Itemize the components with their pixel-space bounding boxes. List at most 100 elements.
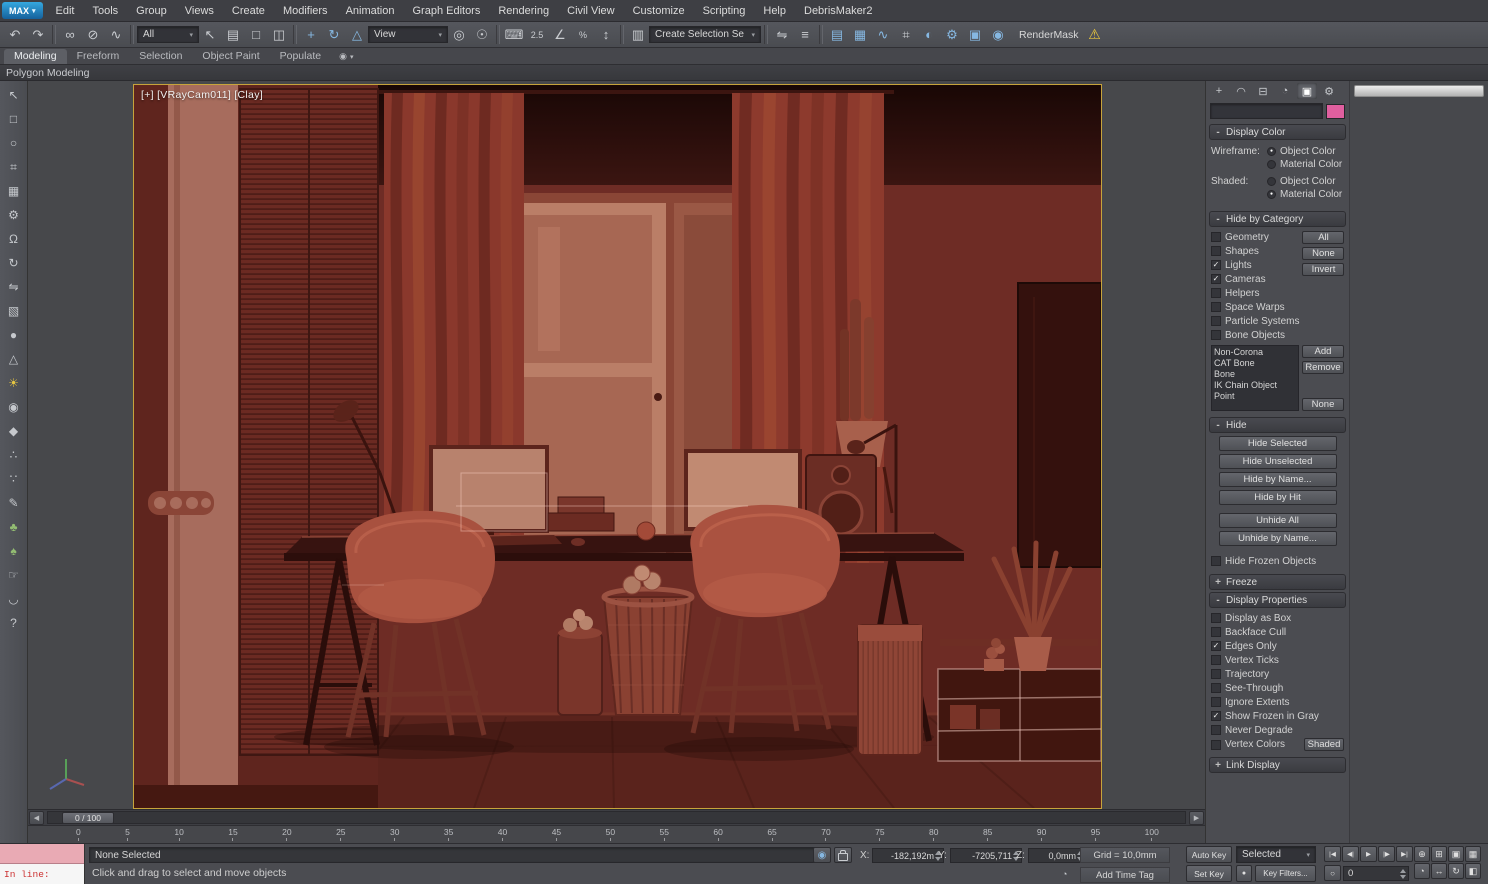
menu-item[interactable]: Modifiers bbox=[274, 0, 337, 21]
grass-icon[interactable]: ♠ bbox=[2, 540, 26, 562]
undo-icon[interactable]: ↶ bbox=[4, 24, 26, 45]
maxscript-mini-listener[interactable]: In line: bbox=[0, 844, 85, 884]
select-and-move-icon[interactable]: + bbox=[300, 24, 322, 45]
hand-tool-icon[interactable]: ☞ bbox=[2, 564, 26, 586]
bone-objects-list[interactable]: Non-Corona CAT Bone Bone IK Chain Object Poi… bbox=[1211, 345, 1299, 411]
time-forward-arrow[interactable]: ▶ bbox=[1189, 810, 1204, 825]
ribbon-tab[interactable]: Object Paint bbox=[192, 49, 269, 64]
hedra-icon[interactable]: ◆ bbox=[2, 420, 26, 442]
category-checkbox-row[interactable]: ✓ Cameras bbox=[1211, 272, 1299, 286]
time-slider-handle[interactable]: 0 / 100 bbox=[62, 812, 114, 825]
ribbon-tab[interactable]: Modeling bbox=[4, 49, 67, 64]
list-item[interactable]: Non-Corona bbox=[1214, 347, 1296, 358]
maximize-viewport-icon[interactable]: ◧ bbox=[1465, 863, 1481, 879]
list-item[interactable]: CAT Bone bbox=[1214, 358, 1296, 369]
checkbox[interactable] bbox=[1211, 288, 1221, 298]
checkbox[interactable] bbox=[1211, 683, 1221, 693]
rollout-header-link-display[interactable]: + Link Display bbox=[1209, 757, 1346, 773]
viewport-label[interactable]: [+] [VRayCam011] [Clay] bbox=[141, 89, 263, 101]
selection-filter-dropdown[interactable]: All bbox=[137, 26, 199, 43]
menu-item[interactable]: Customize bbox=[624, 0, 694, 21]
rendermask-label[interactable]: RenderMask bbox=[1019, 29, 1079, 41]
spray-icon[interactable]: ∵ bbox=[2, 468, 26, 490]
menu-item[interactable]: Civil View bbox=[558, 0, 623, 21]
viewport[interactable]: [+] [VRayCam011] [Clay] bbox=[133, 84, 1102, 809]
shaded-color-radio[interactable]: ● Material Color bbox=[1267, 188, 1342, 201]
hide-frozen-objects-row[interactable]: Hide Frozen Objects bbox=[1211, 554, 1344, 568]
reference-coordinate-dropdown[interactable]: View bbox=[368, 26, 448, 43]
motion-tab[interactable]: ◔ bbox=[1275, 83, 1295, 99]
shaded-color-radio[interactable]: Object Color bbox=[1267, 175, 1342, 188]
rollout-header-hide[interactable]: - Hide bbox=[1209, 417, 1346, 433]
category-checkbox-row[interactable]: ✓ Lights bbox=[1211, 258, 1299, 272]
checkbox[interactable] bbox=[1211, 655, 1221, 665]
window-crossing-icon[interactable]: ◫ bbox=[268, 24, 290, 45]
hierarchy-tab[interactable]: ⊟ bbox=[1253, 83, 1273, 99]
zoom-extents-all-icon[interactable]: ▦ bbox=[1465, 846, 1481, 862]
category-checkbox-row[interactable]: Space Warps bbox=[1211, 300, 1299, 314]
rollout-header-hide-by-category[interactable]: - Hide by Category bbox=[1209, 211, 1346, 227]
remove-button[interactable]: Remove bbox=[1302, 361, 1344, 374]
play-icon[interactable]: ▶ bbox=[1360, 846, 1377, 862]
sphere-primitive-icon[interactable]: ● bbox=[2, 324, 26, 346]
previous-frame-icon[interactable]: ◀| bbox=[1342, 846, 1359, 862]
menu-item[interactable]: Scripting bbox=[694, 0, 755, 21]
zoom-icon[interactable]: ⊕ bbox=[1414, 846, 1430, 862]
checkbox[interactable] bbox=[1211, 302, 1221, 312]
unhide-button[interactable]: Unhide by Name... bbox=[1218, 531, 1337, 546]
wireframe-color-radio[interactable]: ● Object Color bbox=[1267, 145, 1342, 158]
polygon-modeling-label[interactable]: Polygon Modeling bbox=[6, 67, 89, 79]
select-by-name-icon[interactable]: ▤ bbox=[222, 24, 244, 45]
checkbox[interactable] bbox=[1211, 330, 1221, 340]
paint-icon[interactable]: ✎ bbox=[2, 492, 26, 514]
unhide-button[interactable]: Unhide All bbox=[1218, 513, 1337, 528]
list-item[interactable]: Bone bbox=[1214, 369, 1296, 380]
rotate-tool-icon[interactable]: ↻ bbox=[2, 252, 26, 274]
docked-toolbar[interactable] bbox=[1354, 85, 1484, 97]
time-back-arrow[interactable]: ◀ bbox=[29, 810, 44, 825]
create-tab[interactable]: + bbox=[1209, 83, 1229, 99]
checkbox[interactable] bbox=[1211, 232, 1221, 242]
ribbon-tab[interactable]: Populate bbox=[270, 49, 331, 64]
z-coordinate-field[interactable]: 0,0mm bbox=[1028, 848, 1086, 863]
display-property-row[interactable]: Trajectory bbox=[1211, 667, 1344, 681]
none-button[interactable]: None bbox=[1302, 398, 1344, 411]
add-button[interactable]: Add bbox=[1302, 345, 1344, 358]
unlink-selection-icon[interactable]: ⊘ bbox=[82, 24, 104, 45]
hide-button[interactable]: Hide by Name... bbox=[1218, 472, 1337, 487]
gear-icon[interactable]: ⚙ bbox=[2, 204, 26, 226]
application-menu-button[interactable]: MAX bbox=[2, 2, 43, 19]
category-checkbox-row[interactable]: Geometry bbox=[1211, 230, 1299, 244]
select-icon[interactable]: ↖ bbox=[2, 84, 26, 106]
lattice-icon[interactable]: ⌗ bbox=[2, 156, 26, 178]
edit-named-selections-icon[interactable]: ▥ bbox=[627, 24, 649, 45]
list-item[interactable]: Point bbox=[1214, 391, 1296, 402]
pan-icon[interactable]: ↔ bbox=[1431, 863, 1447, 879]
category-checkbox-row[interactable]: Particle Systems bbox=[1211, 314, 1299, 328]
current-frame-field[interactable]: 0 bbox=[1343, 865, 1409, 881]
rollout-header-freeze[interactable]: + Freeze bbox=[1209, 574, 1346, 590]
display-property-row[interactable]: Vertex Ticks bbox=[1211, 653, 1344, 667]
category-checkbox-row[interactable]: Bone Objects bbox=[1211, 328, 1299, 342]
keyboard-override-icon[interactable]: ⌨ bbox=[503, 24, 525, 45]
zoom-all-icon[interactable]: ⊞ bbox=[1431, 846, 1447, 862]
ribbon-tab[interactable]: Selection bbox=[129, 49, 192, 64]
menu-item[interactable]: Graph Editors bbox=[403, 0, 489, 21]
category-filter-button[interactable]: None bbox=[1302, 247, 1345, 260]
listener-line[interactable]: In line: bbox=[0, 864, 84, 884]
category-filter-button[interactable]: All bbox=[1302, 231, 1345, 244]
selection-lock-icon[interactable] bbox=[834, 847, 852, 863]
select-and-rotate-icon[interactable]: ↻ bbox=[323, 24, 345, 45]
align-icon[interactable]: ≡ bbox=[794, 24, 816, 45]
radio-icon[interactable] bbox=[1267, 160, 1276, 169]
category-checkbox-row[interactable]: Helpers bbox=[1211, 286, 1299, 300]
checkbox[interactable] bbox=[1211, 627, 1221, 637]
radio-icon[interactable]: ● bbox=[1267, 147, 1276, 156]
checkbox[interactable]: ✓ bbox=[1211, 260, 1221, 270]
shaded-button[interactable]: Shaded bbox=[1304, 738, 1344, 751]
layer-manager-icon[interactable]: ▤ bbox=[826, 24, 848, 45]
orbit-icon[interactable]: ↻ bbox=[1448, 863, 1464, 879]
select-object-icon[interactable]: ↖ bbox=[199, 24, 221, 45]
ribbon-toggle-icon[interactable]: ▦ bbox=[849, 24, 871, 45]
display-tab[interactable]: ▣ bbox=[1297, 83, 1317, 99]
